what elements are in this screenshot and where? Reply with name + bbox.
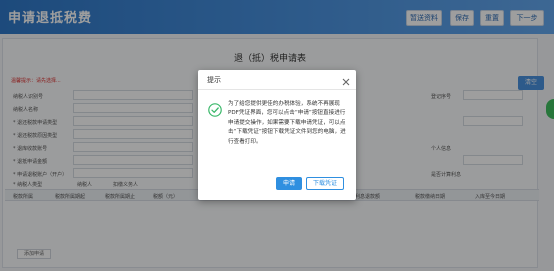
download-voucher-button[interactable]: 下载凭证: [306, 177, 344, 190]
dialog-title: 提示: [207, 76, 221, 84]
check-circle-icon: [208, 102, 222, 117]
prompt-dialog: 提示 为了给您提供更佳的办税体验，系统不再展现PDF凭证界面，您可以点击“申请”…: [198, 70, 356, 200]
close-icon[interactable]: [340, 73, 352, 86]
apply-button[interactable]: 申请: [276, 177, 302, 190]
dialog-message: 为了给您提供更佳的办税体验，系统不再展现PDF凭证界面，您可以点击“申请”按钮直…: [228, 101, 346, 145]
dialog-header: 提示: [198, 70, 356, 90]
